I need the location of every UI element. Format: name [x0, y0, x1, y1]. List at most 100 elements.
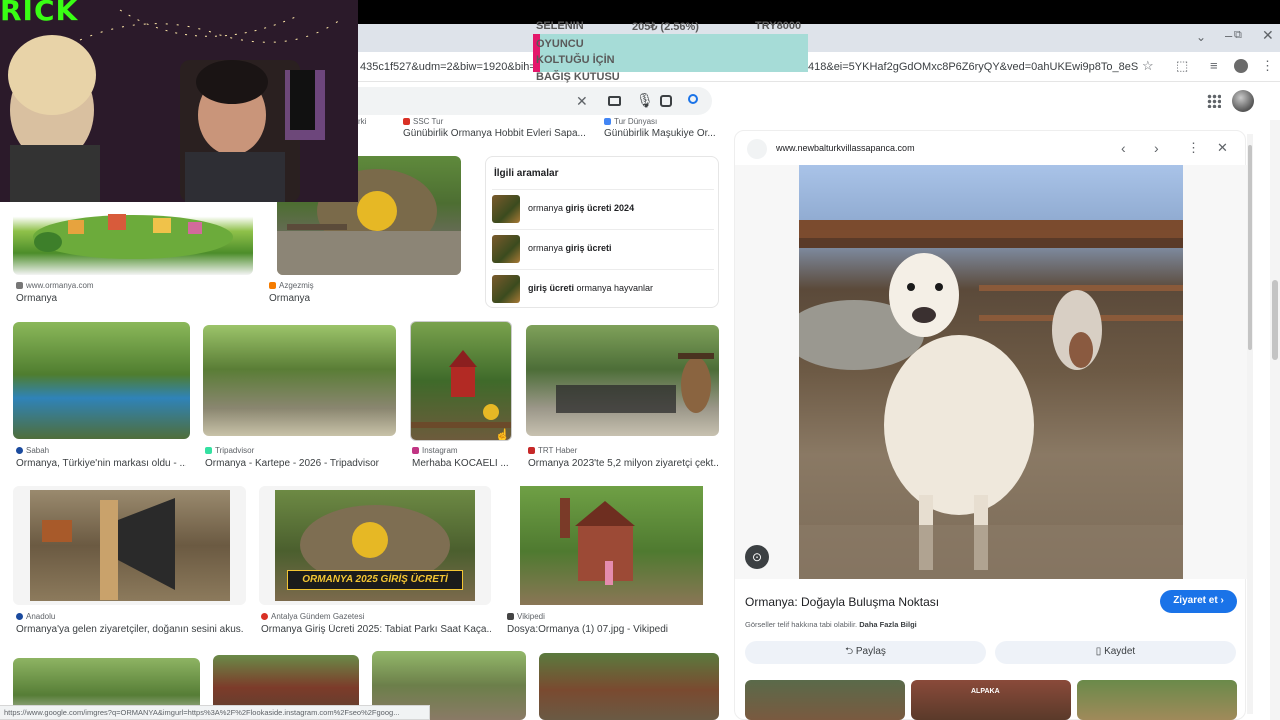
url-right: 418&ei=5YKHaf2gGdOMxc8P6Z6ryQY&ved=0ahUK… [808, 61, 1138, 73]
donation-goal: TRY8000 [755, 20, 802, 32]
chevron-left-icon[interactable]: ‹ [1121, 140, 1126, 156]
search-header: ✕ 🎙 [358, 82, 1280, 120]
result-title[interactable]: Ormanya 2023'te 5,2 milyon ziyaretçi çek… [528, 458, 718, 469]
cursor-pointer-icon: ☝ [495, 428, 510, 441]
share-button[interactable]: ⮌ Paylaş [745, 641, 986, 664]
related-searches-card: İlgili aramalar ormanya giriş ücreti 202… [485, 156, 719, 308]
tree-house-drawing [560, 498, 635, 585]
page-scrollbar[interactable] [1270, 120, 1280, 720]
result-title[interactable]: Dosya:Ormanya (1) 07.jpg - Vikipedi [507, 624, 717, 635]
result-source[interactable]: Antalya Gündem Gazetesi [261, 612, 364, 621]
close-panel-icon[interactable]: ✕ [1217, 140, 1228, 156]
lens-search-icon[interactable]: ⊙ [745, 545, 769, 569]
favicon-icon [604, 118, 611, 126]
share-icon: ⮌ [845, 646, 854, 657]
related-heading: İlgili aramalar [494, 168, 559, 179]
favicon-icon [507, 613, 514, 621]
related-image-thumb[interactable]: ALPAKA [911, 680, 1071, 720]
page-scrollbar-thumb[interactable] [1272, 280, 1278, 360]
alpaca-drawing [799, 220, 1183, 579]
visit-button[interactable]: Ziyaret et › [1160, 590, 1237, 613]
favicon-icon [412, 447, 419, 455]
result-source[interactable]: Anadolu [16, 612, 55, 621]
result-image-group-photo[interactable] [526, 325, 719, 436]
result-image-ormanya-map[interactable] [13, 202, 253, 275]
lens-icon[interactable] [660, 95, 672, 107]
result-image-walkway[interactable] [203, 325, 396, 436]
result-source[interactable]: Tur Dünyası [604, 117, 657, 126]
copyright-note: Görseller telif hakkına tabi olabilir. D… [745, 620, 917, 629]
restore-window-icon[interactable]: ⧉ [1234, 29, 1242, 42]
more-info-link[interactable]: Daha Fazla Bilgi [859, 620, 917, 629]
result-image-pond[interactable] [13, 322, 190, 439]
minimize-icon[interactable]: – [1225, 28, 1232, 43]
result-source[interactable]: www.ormanya.com [16, 281, 94, 290]
result-image-listening-horn[interactable] [13, 486, 246, 605]
result-source[interactable]: Vikipedi [507, 612, 545, 621]
close-window-icon[interactable]: ✕ [1262, 27, 1274, 44]
result-source[interactable]: Instagram [412, 446, 458, 455]
url-left: 435c1f527&udm=2&biw=1920&bih=953 [360, 61, 555, 73]
more-options-icon[interactable]: ⋮ [1187, 140, 1200, 156]
tab-dropdown-icon[interactable]: ⌄ [1196, 30, 1206, 44]
result-source[interactable]: SSC Tur [403, 117, 443, 126]
favicon-icon [16, 282, 23, 290]
favicon-icon [261, 613, 268, 621]
result-source[interactable]: TRT Haber [528, 446, 577, 455]
related-image-thumb[interactable] [745, 680, 905, 720]
result-title[interactable]: Ormanya, Türkiye'nin markası oldu - ... [16, 458, 186, 469]
favicon-icon [403, 118, 410, 126]
panel-scrollbar-thumb[interactable] [1248, 145, 1252, 350]
result-source[interactable]: Sabah [16, 446, 49, 455]
result-image-giris-ucreti[interactable]: ORMANYA 2025 GİRİŞ ÜCRETİ [259, 486, 491, 605]
related-search-item[interactable]: ormanya giriş ücreti 2024 [492, 189, 714, 227]
related-search-item[interactable]: giriş ücreti ormanya hayvanlar [492, 269, 714, 307]
bookmark-star-icon[interactable]: ☆ [1142, 58, 1154, 74]
chevron-right-icon[interactable]: › [1154, 140, 1159, 156]
result-title[interactable]: Ormanya'ya gelen ziyaretçiler, doğanın s… [16, 624, 244, 635]
favicon-icon [269, 282, 276, 290]
result-image-red-house[interactable]: ☝ [410, 321, 512, 441]
favicon-icon [16, 613, 23, 621]
save-button[interactable]: ▯ Kaydet [995, 641, 1236, 664]
bookmark-icon: ▯ [1095, 646, 1102, 657]
result-title[interactable]: Ormanya - Kartepe - 2026 - Tripadvisor [205, 458, 395, 469]
status-url: https://www.google.com/imgres?q=ORMANYA&… [0, 705, 430, 720]
media-control-icon[interactable]: ≡ [1210, 58, 1218, 73]
profile-avatar[interactable] [1234, 59, 1248, 73]
donation-goal-widget: SELENIN 205₺ (2.56%) TRY8000 OYUNCU KOLT… [533, 20, 808, 92]
microphone-icon[interactable]: 🎙 [636, 92, 654, 109]
result-image-partial[interactable] [539, 653, 719, 720]
result-title[interactable]: Günübirlik Maşukiye Or... [604, 128, 719, 139]
donation-top-name: SELENIN [536, 20, 584, 32]
browser-menu-icon[interactable]: ⋮ [1261, 58, 1274, 74]
result-title[interactable]: Ormanya Giriş Ücreti 2025: Tabiat Parkı … [261, 624, 491, 635]
result-source[interactable]: Azgezmiş [269, 281, 314, 290]
horn-photo [30, 490, 230, 601]
result-title[interactable]: Günübirlik Ormanya Hobbit Evleri Sapa... [403, 128, 593, 139]
favicon-icon [205, 447, 212, 455]
clear-search-icon[interactable]: ✕ [576, 93, 588, 110]
panel-title[interactable]: Ormanya: Doğayla Buluşma Noktası [745, 595, 939, 609]
extensions-icon[interactable]: ⬚ [1176, 58, 1188, 74]
result-title[interactable]: Ormanya [269, 293, 310, 304]
related-image-thumb[interactable] [1077, 680, 1237, 720]
preview-image-alpaca[interactable] [799, 165, 1183, 579]
result-title[interactable]: Merhaba KOCAELİ ... [412, 458, 512, 469]
related-search-item[interactable]: ormanya giriş ücreti [492, 229, 714, 267]
donation-amount: 205₺ (2.56%) [632, 21, 699, 33]
panel-site[interactable]: www.newbalturkvillassapanca.com [776, 143, 915, 153]
search-icon[interactable] [688, 94, 698, 104]
result-title[interactable]: Ormanya [16, 293, 57, 304]
account-avatar[interactable] [1232, 90, 1254, 112]
apps-grid-icon[interactable] [1207, 94, 1221, 108]
keyboard-icon[interactable] [608, 96, 621, 106]
result-source[interactable]: Tripadvisor [205, 446, 254, 455]
thumb-sign-text: ALPAKA [971, 688, 1000, 695]
browser-tab-strip: ⌄ – ⧉ ✕ [358, 24, 1280, 52]
address-bar[interactable]: 435c1f527&udm=2&biw=1920&bih=953 418&ei=… [358, 52, 1280, 82]
result-image-tree-house[interactable] [505, 486, 719, 605]
group-photo-drawing [556, 353, 714, 413]
webcam-scene [0, 0, 358, 202]
related-thumb [492, 195, 520, 223]
